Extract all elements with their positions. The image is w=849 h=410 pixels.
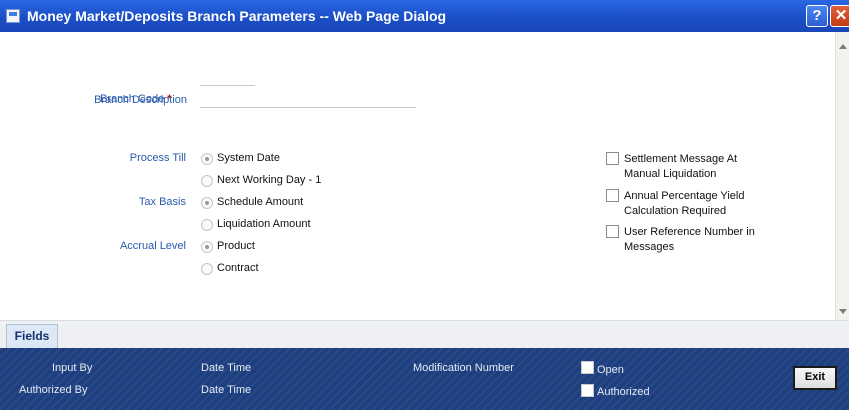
checkbox-label-line: Calculation Required (624, 205, 727, 217)
user-reference-number-checkbox[interactable] (606, 225, 619, 238)
accrual-level-label: Accrual Level (119, 240, 186, 252)
radio-label: Contract (217, 262, 259, 274)
branch-code-input[interactable] (200, 85, 255, 86)
radio-selected-indicator[interactable] (201, 241, 213, 253)
window-app-icon (6, 9, 20, 23)
checkbox-label-line: Manual Liquidation (624, 168, 717, 180)
audit-footer (0, 348, 849, 410)
window-title: Money Market/Deposits Branch Parameters … (27, 8, 447, 24)
title-bar: Money Market/Deposits Branch Parameters … (0, 0, 849, 32)
radio-indicator[interactable] (201, 175, 213, 187)
open-label: Open (597, 364, 624, 376)
radio-label: Next Working Day - 1 (217, 174, 322, 186)
tab-strip: Fields (0, 320, 849, 349)
radio-label: System Date (217, 152, 280, 164)
process-till-label: Process Till (129, 152, 186, 164)
authorized-checkbox[interactable] (581, 384, 594, 397)
scroll-up-arrow-icon[interactable] (839, 44, 847, 49)
input-by-label: Input By (52, 362, 93, 374)
checkbox-label-line: Messages (624, 241, 675, 253)
radio-label: Schedule Amount (217, 196, 304, 208)
branch-description-label: Branch Description (94, 94, 187, 106)
settlement-message-label: Settlement Message At Manual Liquidation (624, 152, 784, 182)
authorized-label: Authorized (597, 386, 650, 398)
open-checkbox[interactable] (581, 361, 594, 374)
annual-percentage-yield-label: Annual Percentage Yield Calculation Requ… (624, 189, 784, 219)
radio-label: Liquidation Amount (217, 218, 311, 230)
radio-selected-indicator[interactable] (201, 197, 213, 209)
authorized-by-label: Authorized By (19, 384, 88, 396)
exit-button[interactable]: Exit (793, 366, 837, 390)
form-area: Branch Code * Branch Description Process… (0, 32, 835, 320)
user-reference-number-label: User Reference Number in Messages (624, 225, 784, 255)
radio-selected-indicator[interactable] (201, 153, 213, 165)
help-button[interactable]: ? (806, 5, 828, 27)
settlement-message-checkbox[interactable] (606, 152, 619, 165)
vertical-scrollbar[interactable] (835, 32, 849, 320)
date-time-label-1: Date Time (201, 362, 252, 374)
checkbox-label-line: Settlement Message At (624, 153, 738, 165)
radio-label: Product (217, 240, 255, 252)
modification-number-label: Modification Number (413, 362, 514, 374)
radio-indicator[interactable] (201, 219, 213, 231)
tax-basis-label: Tax Basis (138, 196, 186, 208)
close-button[interactable]: ✕ (830, 5, 849, 27)
scroll-down-arrow-icon[interactable] (839, 309, 847, 314)
checkbox-label-line: Annual Percentage Yield (624, 190, 745, 202)
tab-fields[interactable]: Fields (6, 324, 58, 349)
checkbox-label-line: User Reference Number in (624, 226, 755, 238)
annual-percentage-yield-checkbox[interactable] (606, 189, 619, 202)
branch-description-input[interactable] (200, 107, 416, 108)
radio-indicator[interactable] (201, 263, 213, 275)
date-time-label-2: Date Time (201, 384, 252, 396)
